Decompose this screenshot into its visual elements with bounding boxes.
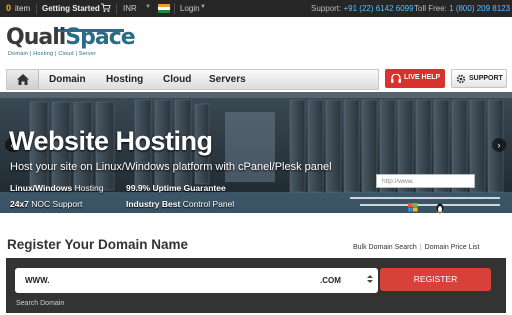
support-button[interactable]: SUPPORT — [451, 69, 507, 88]
register-title: Register Your Domain Name — [7, 237, 189, 252]
register-button[interactable]: REGISTER — [380, 268, 491, 291]
nav-item-servers[interactable]: Servers — [209, 74, 246, 85]
divider — [174, 3, 175, 14]
main-nav: Domain Hosting Cloud Servers — [6, 69, 379, 90]
india-flag-icon[interactable] — [158, 4, 170, 13]
cart-icon[interactable] — [101, 3, 111, 13]
select-arrows-icon[interactable] — [367, 274, 373, 284]
feature-item: 24x7 NOC Support — [10, 199, 82, 209]
logo-part2: Space — [65, 25, 135, 50]
feature-item: Linux/Windows Hosting — [10, 183, 103, 193]
headset-icon — [391, 74, 401, 83]
gear-icon — [456, 74, 466, 84]
windows-icon — [408, 203, 418, 212]
linux-icon — [436, 203, 444, 213]
live-help-button[interactable]: LIVE HELP — [385, 69, 445, 88]
caret-down-icon: ▼ — [145, 4, 151, 10]
domain-search-input[interactable]: WWW. .COM — [15, 268, 378, 293]
domain-search-panel: WWW. .COM REGISTER Search Domain — [6, 258, 506, 313]
support-phone: Support: +91 (22) 6142 6099 — [311, 4, 414, 13]
banner-url-input[interactable]: http://www. — [376, 174, 475, 188]
register-links: Bulk Domain Search | Domain Price List — [353, 244, 480, 251]
nav-item-hosting[interactable]: Hosting — [106, 74, 143, 85]
logo-tagline: Domain | Hosting | Cloud | Server — [8, 51, 97, 57]
cart-label[interactable]: item — [15, 4, 30, 13]
support-label: SUPPORT — [469, 75, 503, 82]
banner-subtitle: Host your site on Linux/Windows platform… — [10, 161, 332, 173]
divider — [116, 3, 117, 14]
os-icons — [408, 203, 444, 213]
top-bar: 0 item Getting Started INR ▼ Login ▼ Sup… — [0, 0, 512, 17]
domain-price-list-link[interactable]: Domain Price List — [425, 244, 480, 251]
login-menu[interactable]: Login — [180, 4, 200, 13]
tollfree-label: Toll Free: — [414, 4, 447, 13]
bulk-domain-search-link[interactable]: Bulk Domain Search — [353, 244, 417, 251]
caret-down-icon: ▼ — [200, 4, 206, 10]
nav-item-domain[interactable]: Domain — [49, 74, 86, 85]
feature-rest: Hosting — [72, 183, 104, 193]
feature-rest: Control Panel — [180, 199, 235, 209]
getting-started-link[interactable]: Getting Started — [42, 4, 100, 13]
feature-bold: Linux/Windows — [10, 183, 73, 193]
hero-banner: ‹ › Website Hosting Host your site on Li… — [0, 92, 512, 213]
logo-wordmark: QualiSpace — [6, 25, 136, 50]
divider: | — [419, 244, 422, 251]
tollfree-number: 1 (800) 209 8123 — [449, 4, 511, 13]
nav-item-cloud[interactable]: Cloud — [163, 74, 191, 85]
feature-rest: NOC Support — [28, 199, 83, 209]
feature-item: Industry Best Control Panel — [126, 199, 234, 209]
banner-title: Website Hosting — [9, 126, 213, 156]
tollfree-phone: Toll Free: 1 (800) 209 8123 — [414, 4, 510, 13]
logo-part1: Quali — [6, 25, 66, 50]
chevron-right-icon[interactable]: › — [492, 138, 506, 152]
home-icon — [17, 74, 29, 85]
live-help-label: LIVE HELP — [404, 74, 441, 81]
feature-bold: Industry Best — [126, 199, 181, 209]
domain-prefix: WWW. — [25, 276, 50, 285]
feature-bold: 99.9% Uptime Guarantee — [126, 183, 226, 193]
support-label: Support: — [311, 4, 342, 13]
support-number: +91 (22) 6142 6099 — [343, 4, 414, 13]
search-domain-label: Search Domain — [16, 300, 65, 307]
feature-bold: 24x7 — [10, 199, 29, 209]
cart-count[interactable]: 0 — [6, 3, 11, 13]
currency-select[interactable]: INR — [123, 4, 137, 13]
site-logo[interactable]: QualiSpace Domain | Hosting | Cloud | Se… — [6, 25, 136, 61]
nav-home[interactable] — [7, 70, 39, 89]
divider — [36, 3, 37, 14]
tld-select[interactable]: .COM — [320, 276, 341, 285]
feature-item: 99.9% Uptime Guarantee — [126, 183, 226, 193]
